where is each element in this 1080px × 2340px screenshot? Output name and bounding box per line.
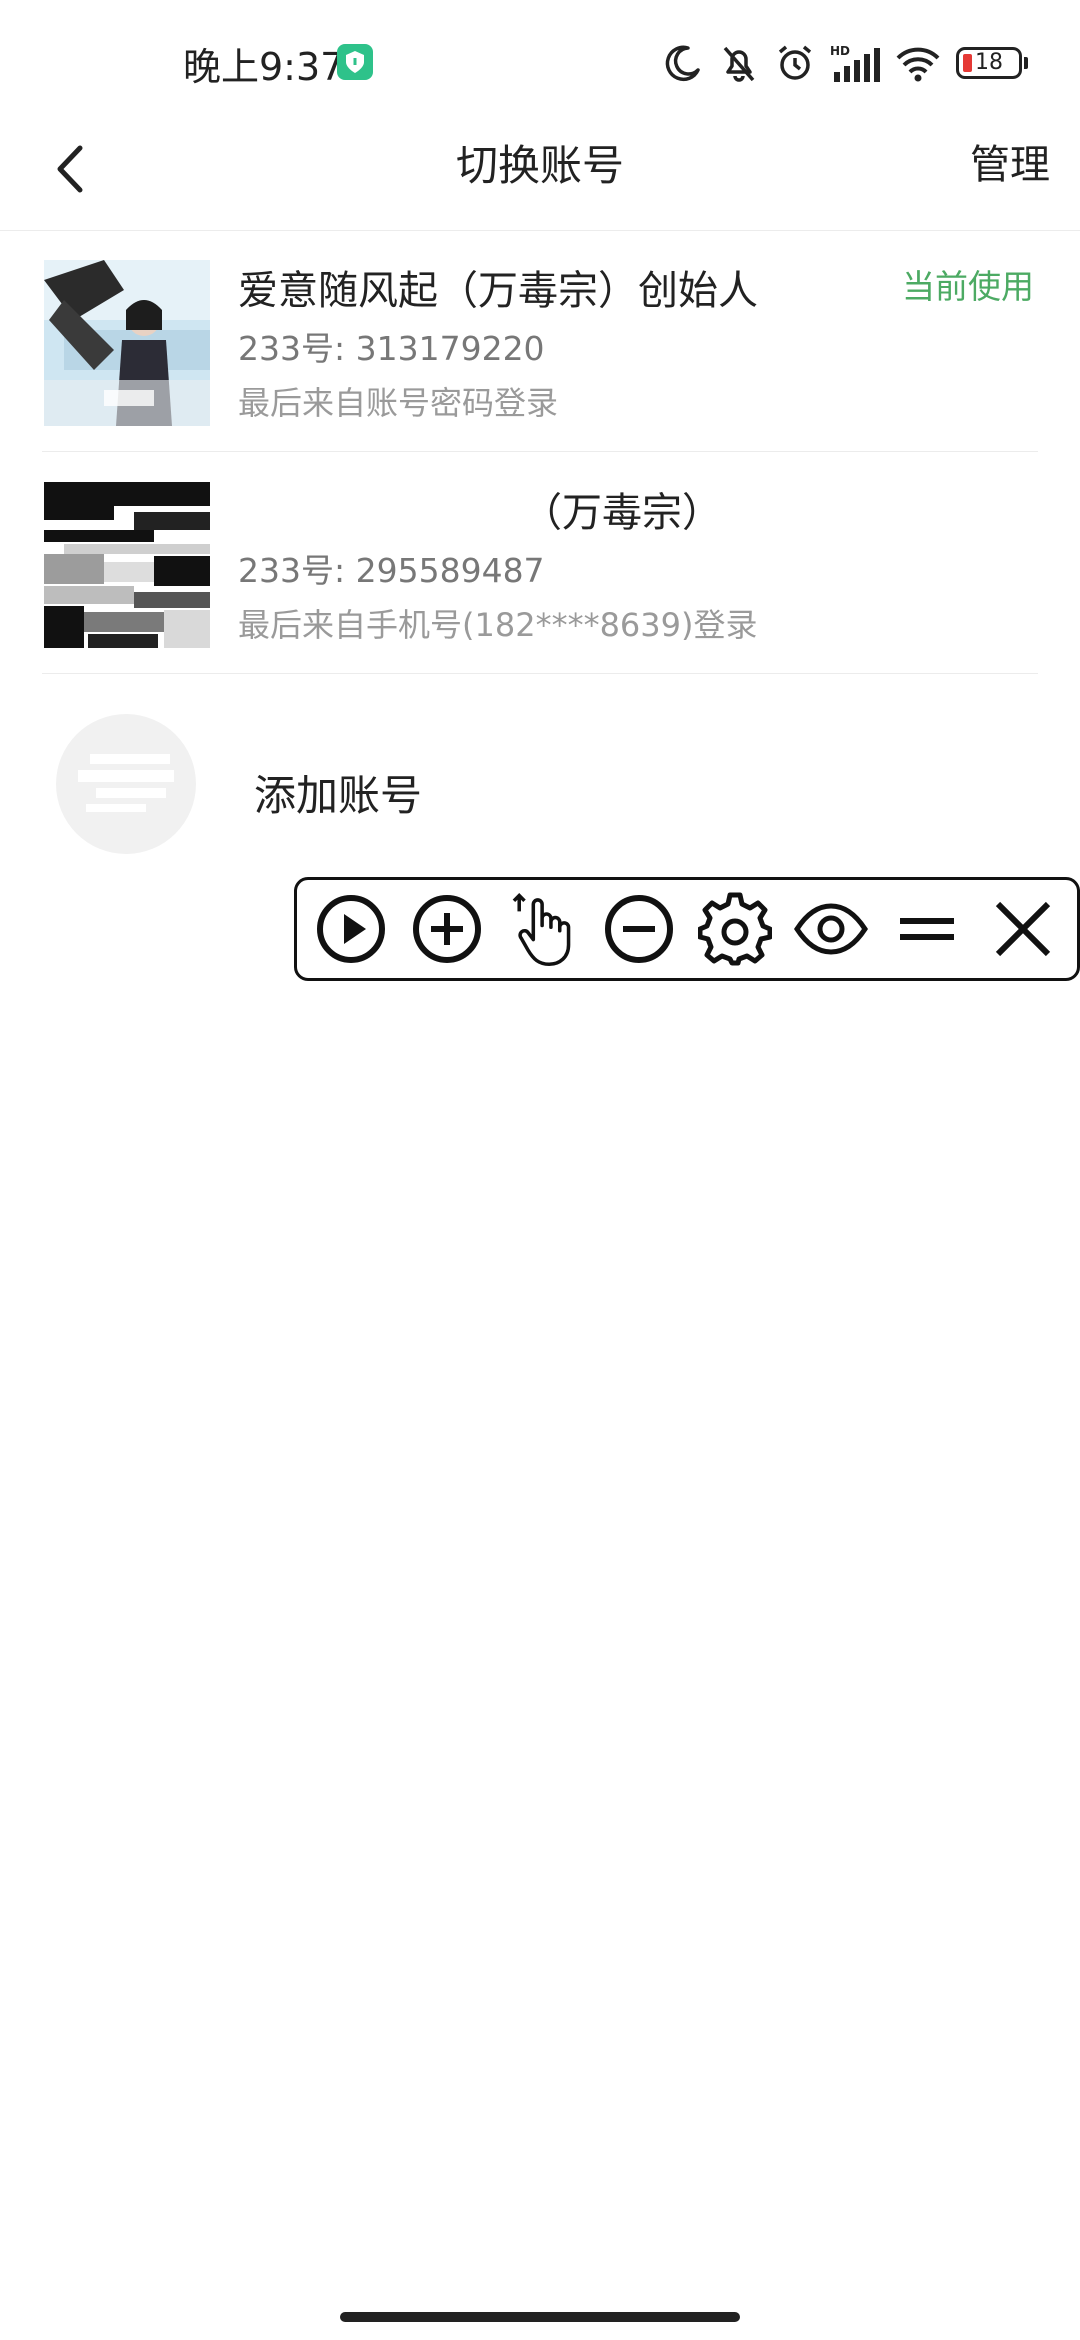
close-button[interactable]	[986, 892, 1060, 966]
current-account-badge: 当前使用	[902, 267, 1034, 306]
menu-button[interactable]	[890, 892, 964, 966]
tap-hand-icon	[512, 893, 571, 966]
back-arrow-icon[interactable]	[44, 134, 100, 204]
tap-button[interactable]	[506, 892, 580, 966]
add-account-row[interactable]: 添加账号	[0, 672, 1080, 854]
account-name: 爱意随风起（万毒宗）创始人	[238, 268, 758, 314]
shield-icon	[337, 44, 373, 80]
nav-bar: 切换账号 管理	[0, 120, 1080, 231]
status-bar: 晚上9:37 HD 18	[0, 0, 1080, 120]
status-icons: HD 18	[662, 38, 1028, 88]
gear-icon	[698, 892, 772, 966]
account-item[interactable]: （万毒宗） 233号: 295589487 最后来自手机号(182****863…	[0, 452, 1080, 674]
battery-level: 18	[975, 50, 1003, 75]
add-account-label: 添加账号	[254, 771, 423, 820]
account-uid: 233号: 295589487	[238, 551, 545, 590]
wifi-icon	[896, 47, 940, 82]
play-icon	[317, 895, 385, 963]
alarm-icon	[778, 45, 812, 80]
avatar	[44, 482, 210, 648]
view-button[interactable]	[794, 892, 868, 966]
settings-button[interactable]	[698, 892, 772, 966]
account-uid: 233号: 313179220	[238, 329, 545, 368]
battery-icon: 18	[956, 47, 1022, 79]
signal-icon: HD	[830, 44, 880, 82]
add-button[interactable]	[410, 892, 484, 966]
close-icon	[995, 901, 1051, 957]
account-name: （万毒宗）	[522, 490, 722, 536]
bell-muted-icon	[723, 46, 755, 82]
floating-toolbar	[294, 877, 1080, 981]
home-indicator[interactable]	[340, 2312, 740, 2322]
plus-circle-icon	[413, 895, 481, 963]
add-account-avatar	[56, 714, 196, 854]
minus-circle-icon	[605, 895, 673, 963]
moon-icon	[665, 45, 700, 82]
svg-text:HD: HD	[830, 44, 850, 58]
battery-cap	[1024, 57, 1028, 69]
manage-button[interactable]: 管理	[970, 132, 1050, 190]
equals-icon	[900, 918, 954, 940]
account-login-source: 最后来自账号密码登录	[238, 384, 559, 422]
account-login-source: 最后来自手机号(182****8639)登录	[238, 606, 758, 644]
page-title: 切换账号	[455, 141, 624, 190]
account-item[interactable]: 爱意随风起（万毒宗）创始人 233号: 313179220 最后来自账号密码登录…	[0, 230, 1080, 452]
status-time: 晚上9:37	[183, 45, 345, 89]
eye-icon	[794, 903, 868, 955]
play-button[interactable]	[314, 892, 388, 966]
avatar	[44, 260, 210, 426]
remove-button[interactable]	[602, 892, 676, 966]
